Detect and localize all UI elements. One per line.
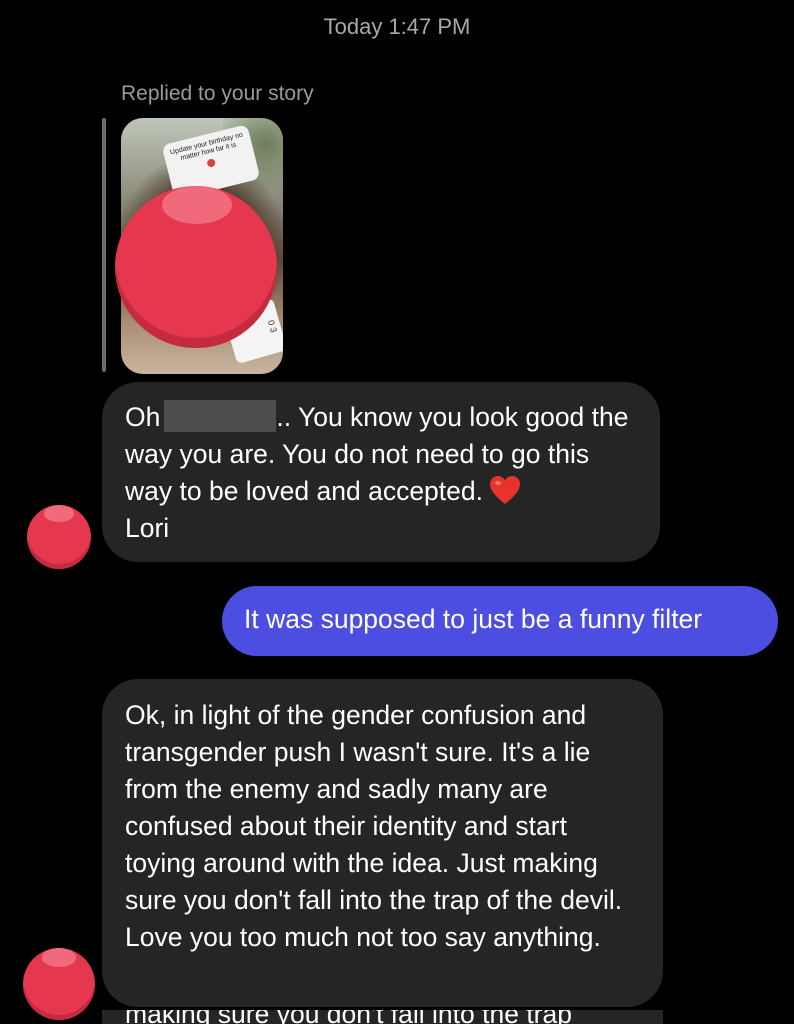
sender-avatar[interactable] bbox=[23, 948, 95, 1020]
name-redaction bbox=[164, 400, 277, 432]
sender-avatar[interactable] bbox=[27, 505, 91, 569]
sticker-emoji-icon bbox=[206, 158, 217, 168]
outgoing-message-bubble[interactable]: It was supposed to just be a funny filte… bbox=[222, 586, 778, 656]
message-text: Ok, in light of the gender confusion and… bbox=[125, 700, 623, 952]
message-text-prefix: Oh bbox=[125, 402, 161, 432]
message-signature: Lori bbox=[125, 513, 170, 543]
incoming-message-bubble[interactable]: Oh.. You know you look good the way you … bbox=[102, 382, 660, 562]
reply-indicator-bar bbox=[102, 118, 106, 372]
face-redaction-sticker bbox=[115, 186, 277, 348]
avatar-highlight bbox=[43, 505, 75, 522]
avatar-highlight bbox=[41, 948, 77, 967]
message-timestamp: Today 1:47 PM bbox=[323, 14, 471, 39]
message-text: It was supposed to just be a funny filte… bbox=[244, 604, 703, 634]
story-reply-label: Replied to your story bbox=[121, 82, 314, 105]
cutoff-message-text: making sure you don't fall into the trap bbox=[102, 1010, 663, 1024]
redaction-highlight bbox=[162, 186, 232, 224]
partially-visible-message: making sure you don't fall into the trap bbox=[102, 1010, 663, 1024]
incoming-message-bubble[interactable]: Ok, in light of the gender confusion and… bbox=[102, 679, 663, 1007]
heart-emoji-icon bbox=[490, 476, 520, 504]
story-sticker-text: Update your birthday no matter how far i… bbox=[169, 131, 244, 163]
